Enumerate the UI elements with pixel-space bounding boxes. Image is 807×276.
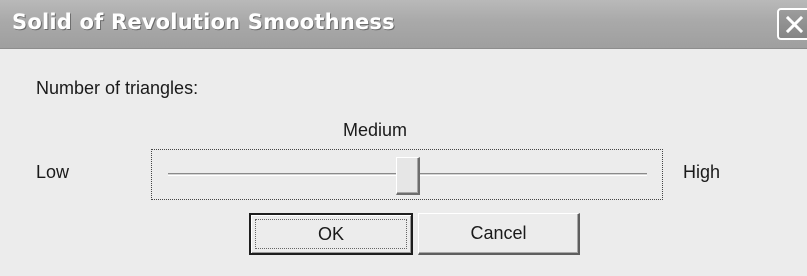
slider-thumb[interactable] xyxy=(396,157,420,195)
window-title: Solid of Revolution Smoothness xyxy=(12,10,395,34)
close-icon xyxy=(785,15,804,34)
cancel-button-label: Cancel xyxy=(470,223,527,243)
title-bar[interactable]: Solid of Revolution Smoothness xyxy=(0,0,807,49)
cancel-button[interactable]: Cancel xyxy=(418,213,580,255)
ok-button-label: OK xyxy=(317,223,344,244)
low-label: Low xyxy=(36,162,70,182)
current-level-label: Medium xyxy=(343,120,408,140)
smoothness-dialog: Solid of Revolution Smoothness Number of… xyxy=(0,0,807,276)
high-label: High xyxy=(683,162,721,182)
ok-button[interactable]: OK xyxy=(249,213,413,255)
close-button[interactable] xyxy=(777,8,807,40)
smoothness-slider[interactable] xyxy=(151,149,663,200)
triangles-prompt-label: Number of triangles: xyxy=(36,78,199,98)
dialog-body: Number of triangles: Medium Low High OK … xyxy=(0,49,807,276)
